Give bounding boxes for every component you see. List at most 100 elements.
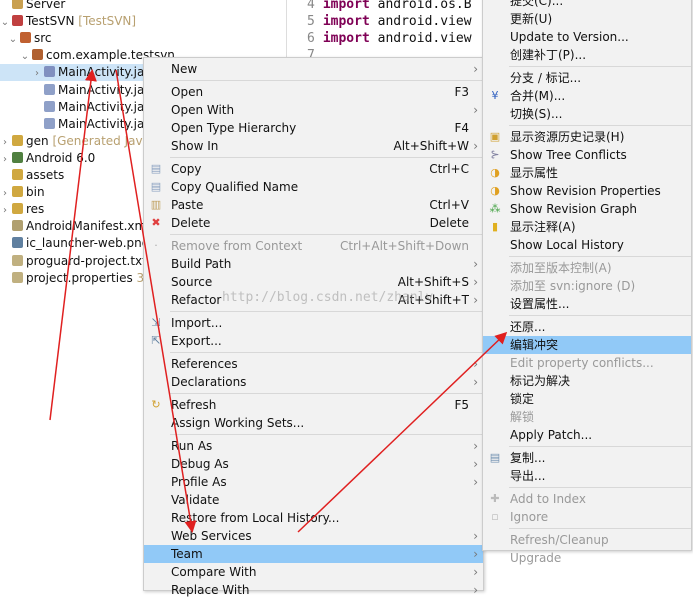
tree-item[interactable]: › MainActivity.jav bbox=[0, 64, 152, 82]
menu-item-s[interactable]: 切换(S)... bbox=[483, 105, 691, 123]
menu-item-delete[interactable]: ✖ Delete Delete bbox=[144, 214, 483, 232]
chevron-right-icon: › bbox=[473, 275, 478, 289]
menu-item-run-as[interactable]: Run As › bbox=[144, 437, 483, 455]
folder-icon bbox=[12, 186, 23, 198]
menu-item-references[interactable]: References › bbox=[144, 355, 483, 373]
menu-item-label: Open With bbox=[171, 103, 235, 117]
copy-icon: ▤ bbox=[489, 451, 501, 464]
menu-item-show-revision-properties[interactable]: ◑ Show Revision Properties bbox=[483, 182, 691, 200]
code-text: android.os.B bbox=[377, 0, 472, 12]
menu-item-m[interactable]: ¥ 合并(M)... bbox=[483, 87, 691, 105]
tree-item[interactable]: MainActivity.jav bbox=[0, 116, 151, 133]
twisty-icon[interactable]: › bbox=[32, 65, 42, 82]
tree-item[interactable]: › Android 6.0 bbox=[0, 150, 95, 167]
tree-item[interactable]: ic_launcher-web.png bbox=[0, 235, 149, 252]
menu-item-label: Paste bbox=[171, 198, 204, 212]
menu-item-edit-property-conflicts[interactable]: Edit property conflicts... bbox=[483, 354, 691, 372]
tree-item[interactable]: › res bbox=[0, 201, 44, 218]
menu-item-a[interactable]: ▮ 显示注释(A) bbox=[483, 218, 691, 236]
menu-item-item-30[interactable]: 导出... bbox=[483, 467, 691, 485]
menu-item-add-to-index[interactable]: ✚ Add to Index bbox=[483, 490, 691, 508]
twisty-icon[interactable]: › bbox=[0, 134, 10, 151]
menu-separator bbox=[170, 311, 483, 312]
menu-item-open-type-hierarchy[interactable]: Open Type Hierarchy F4 bbox=[144, 119, 483, 137]
menu-item-upgrade[interactable]: Upgrade bbox=[483, 549, 691, 567]
menu-item-label: 提交(C)... bbox=[510, 0, 564, 8]
keyword: import bbox=[322, 31, 370, 46]
tree-item[interactable]: › bin bbox=[0, 184, 45, 201]
menu-item-replace-with[interactable]: Replace With › bbox=[144, 581, 483, 599]
tree-item[interactable]: › gen [Generated Java bbox=[0, 133, 150, 150]
menu-item-import[interactable]: ⇲ Import... bbox=[144, 314, 483, 332]
menu-item-item-21[interactable]: 还原... bbox=[483, 318, 691, 336]
menu-item-paste[interactable]: ▥ Paste Ctrl+V bbox=[144, 196, 483, 214]
menu-item-assign-working-sets[interactable]: Assign Working Sets... bbox=[144, 414, 483, 432]
menu-item-item-19[interactable]: 设置属性... bbox=[483, 295, 691, 313]
menu-item-refresh-cleanup[interactable]: Refresh/Cleanup bbox=[483, 531, 691, 549]
tree-item[interactable]: Server bbox=[0, 0, 65, 13]
menu-item-show-tree-conflicts[interactable]: ⊱ Show Tree Conflicts bbox=[483, 146, 691, 164]
menu-item-item-25[interactable]: 锁定 bbox=[483, 390, 691, 408]
twisty-icon[interactable]: › bbox=[0, 151, 10, 168]
menu-item-team[interactable]: Team › bbox=[144, 545, 483, 563]
twisty-icon[interactable]: › bbox=[0, 202, 10, 219]
tree-item[interactable]: AndroidManifest.xml bbox=[0, 218, 150, 235]
folder-icon bbox=[12, 134, 23, 146]
tree-item[interactable]: ⌄ src bbox=[0, 30, 52, 47]
menu-item-source[interactable]: Source Alt+Shift+S › bbox=[144, 273, 483, 291]
menu-item-show-local-history[interactable]: Show Local History bbox=[483, 236, 691, 254]
menu-item-c[interactable]: 提交(C)... bbox=[483, 0, 691, 10]
menu-item-remove-from-context[interactable]: · Remove from Context Ctrl+Alt+Shift+Down bbox=[144, 237, 483, 255]
menu-item-declarations[interactable]: Declarations › bbox=[144, 373, 483, 391]
menu-item-svn-ignore-d[interactable]: 添加至 svn:ignore (D) bbox=[483, 277, 691, 295]
menu-item-p[interactable]: 创建补丁(P)... bbox=[483, 46, 691, 64]
menu-item-debug-as[interactable]: Debug As › bbox=[144, 455, 483, 473]
menu-item-item-24[interactable]: 标记为解决 bbox=[483, 372, 691, 390]
menu-separator bbox=[170, 434, 483, 435]
menu-item-item-22[interactable]: 编辑冲突 bbox=[483, 336, 691, 354]
twisty-icon[interactable]: ⌄ bbox=[20, 48, 30, 65]
menu-item-item-11[interactable]: ◑ 显示属性 bbox=[483, 164, 691, 182]
menu-item-open[interactable]: Open F3 bbox=[144, 83, 483, 101]
tree-item-label: MainActivity.jav bbox=[58, 82, 152, 97]
menu-item-show-in[interactable]: Show In Alt+Shift+W › bbox=[144, 137, 483, 155]
menu-item-update-to-version[interactable]: Update to Version... bbox=[483, 28, 691, 46]
twisty-icon[interactable]: ⌄ bbox=[8, 31, 18, 48]
menu-item-restore-from-local-history[interactable]: Restore from Local History... bbox=[144, 509, 483, 527]
menu-separator bbox=[509, 125, 691, 126]
twisty-icon[interactable]: ⌄ bbox=[0, 14, 10, 31]
tree-item[interactable]: MainActivity.jav bbox=[0, 99, 151, 116]
tree-item[interactable]: proguard-project.txt bbox=[0, 253, 147, 270]
twisty-icon[interactable]: › bbox=[0, 185, 10, 202]
revision-properties-icon: ◑ bbox=[490, 184, 500, 197]
menu-item-a[interactable]: 添加至版本控制(A) bbox=[483, 259, 691, 277]
menu-item-h[interactable]: ▣ 显示资源历史记录(H) bbox=[483, 128, 691, 146]
menu-item-item-5[interactable]: 分支 / 标记... bbox=[483, 69, 691, 87]
keyword: import bbox=[322, 0, 370, 12]
menu-item-validate[interactable]: Validate bbox=[144, 491, 483, 509]
menu-item-item-26[interactable]: 解锁 bbox=[483, 408, 691, 426]
menu-item-export[interactable]: ⇱ Export... bbox=[144, 332, 483, 350]
menu-item-label: Open Type Hierarchy bbox=[171, 121, 297, 135]
tree-item[interactable]: MainActivity.jav bbox=[0, 82, 151, 99]
tree-item[interactable]: project.properties 32 bbox=[0, 270, 152, 287]
menu-item-build-path[interactable]: Build Path › bbox=[144, 255, 483, 273]
code-editor[interactable]: 4 import android.os.B 5 import android.view… bbox=[287, 0, 484, 63]
menu-item-web-services[interactable]: Web Services › bbox=[144, 527, 483, 545]
menu-item-copy-qualified-name[interactable]: ▤ Copy Qualified Name bbox=[144, 178, 483, 196]
menu-item-show-revision-graph[interactable]: ⁂ Show Revision Graph bbox=[483, 200, 691, 218]
tree-item[interactable]: ⌄ TestSVN [TestSVN] bbox=[0, 13, 136, 30]
menu-item-item-29[interactable]: ▤ 复制... bbox=[483, 449, 691, 467]
menu-item-u[interactable]: 更新(U) bbox=[483, 10, 691, 28]
menu-item-profile-as[interactable]: Profile As › bbox=[144, 473, 483, 491]
line-number: 4 bbox=[307, 0, 315, 12]
folder-icon bbox=[12, 203, 23, 215]
menu-item-apply-patch[interactable]: Apply Patch... bbox=[483, 426, 691, 444]
tree-item[interactable]: assets bbox=[0, 167, 64, 184]
menu-item-ignore[interactable]: ▫ Ignore bbox=[483, 508, 691, 526]
menu-item-compare-with[interactable]: Compare With › bbox=[144, 563, 483, 581]
menu-item-copy[interactable]: ▤ Copy Ctrl+C bbox=[144, 160, 483, 178]
menu-item-refresh[interactable]: ↻ Refresh F5 bbox=[144, 396, 483, 414]
menu-item-new[interactable]: New › bbox=[144, 60, 483, 78]
menu-item-open-with[interactable]: Open With › bbox=[144, 101, 483, 119]
